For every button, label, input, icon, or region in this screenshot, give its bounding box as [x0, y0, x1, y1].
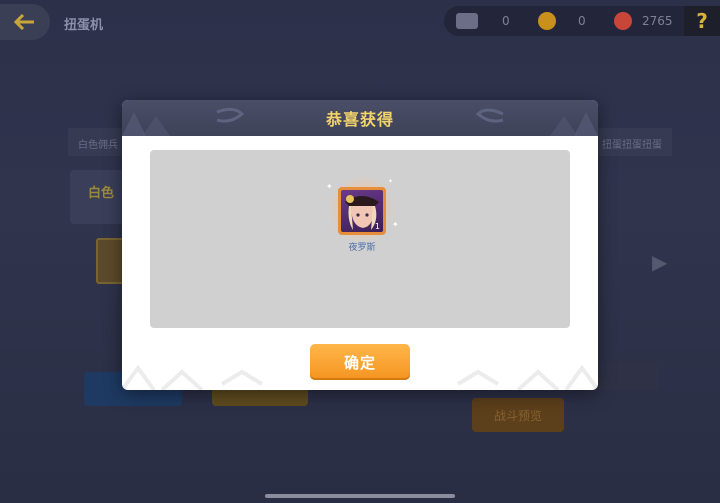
character-portrait: 1 — [341, 190, 383, 232]
ticket-icon — [456, 13, 478, 29]
currency-gem[interactable]: 2765 — [614, 6, 673, 36]
home-indicator[interactable] — [265, 494, 455, 498]
reward-item-name: 夜罗斯 — [348, 243, 376, 253]
sparkle-icon: ✦ — [388, 178, 394, 185]
red-gem-icon — [614, 12, 632, 30]
reward-item[interactable]: ✦ ✦ ✦ 1 夜罗斯 — [326, 176, 399, 258]
dialog-header: 恭喜获得 — [122, 100, 598, 136]
top-bar: 扭蛋机 0 0 2765 ? — [0, 0, 720, 44]
reward-panel: ✦ ✦ ✦ 1 夜罗斯 — [150, 150, 570, 328]
item-count: 1 — [374, 222, 380, 231]
dialog-title: 恭喜获得 — [325, 110, 394, 129]
currency-bar: 0 0 2765 — [444, 6, 720, 36]
sparkle-icon: ✦ — [326, 182, 333, 191]
page-title: 扭蛋机 — [64, 18, 104, 33]
reward-dialog: 恭喜获得 ✦ ✦ ✦ 1 夜罗斯 确定 — [122, 100, 598, 390]
currency-ticket[interactable]: 0 — [456, 6, 510, 36]
gold-coin-icon — [538, 12, 556, 30]
background-battle-preview-button[interactable]: 战斗预览 — [472, 398, 564, 432]
back-button[interactable] — [0, 4, 50, 40]
sparkle-icon: ✦ — [392, 220, 399, 229]
back-arrow-icon — [14, 14, 34, 30]
help-button[interactable]: ? — [684, 6, 720, 36]
reward-item-frame: 1 — [338, 187, 386, 235]
confirm-button[interactable]: 确定 — [310, 344, 410, 380]
currency-gold[interactable]: 0 — [538, 6, 586, 36]
next-arrow-icon[interactable]: ▶ — [652, 250, 672, 274]
background-card-name: 白色 — [88, 186, 115, 201]
